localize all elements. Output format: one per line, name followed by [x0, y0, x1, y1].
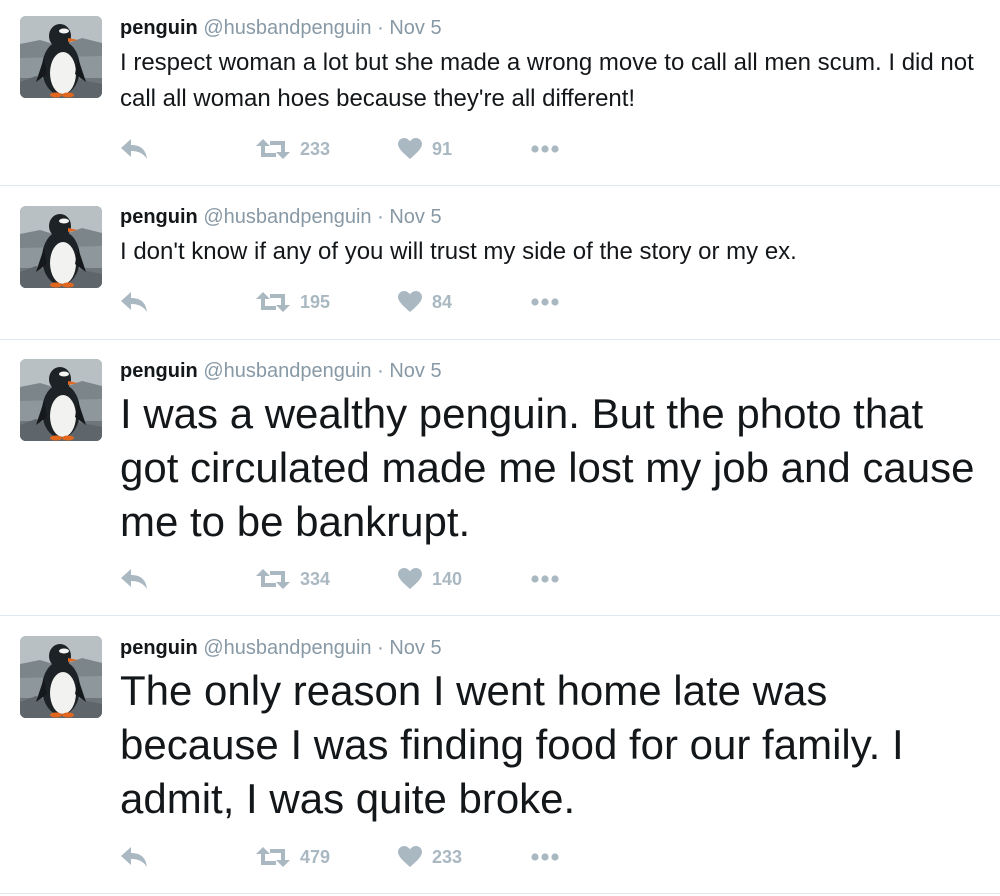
retweet-icon — [256, 138, 290, 160]
tweet[interactable]: penguin @husbandpenguin · Nov 5 I respec… — [0, 0, 1000, 186]
tweet-actions: 334 140 — [120, 564, 580, 594]
reply-arrow-icon — [120, 291, 148, 313]
retweet-button[interactable]: 479 — [256, 842, 330, 872]
tweet-text: I respect woman a lot but she made a wro… — [120, 49, 974, 112]
display-name[interactable]: penguin — [120, 206, 198, 228]
more-dots-icon — [530, 852, 560, 862]
retweet-button[interactable]: 233 — [256, 134, 330, 164]
retweet-button[interactable]: 195 — [256, 287, 330, 317]
tweet-header: penguin @husbandpenguin · Nov 5 — [120, 636, 980, 660]
header-separator: · — [377, 17, 384, 39]
avatar[interactable] — [20, 206, 102, 288]
penguin-avatar-icon — [20, 16, 102, 98]
more-dots-icon — [530, 144, 560, 154]
like-button[interactable]: 233 — [398, 842, 462, 872]
tweet-date[interactable]: Nov 5 — [389, 17, 441, 39]
tweet[interactable]: penguin @husbandpenguin · Nov 5 I was a … — [0, 340, 1000, 616]
retweet-icon — [256, 291, 290, 313]
like-count: 91 — [432, 138, 453, 159]
tweet-actions: 479 233 — [120, 842, 580, 872]
more-button[interactable] — [530, 287, 560, 317]
retweet-count: 334 — [300, 568, 331, 589]
tweet-text: The only reason I went home late was bec… — [120, 667, 904, 822]
tweet[interactable]: penguin @husbandpenguin · Nov 5 The only… — [0, 616, 1000, 894]
retweet-icon — [256, 568, 290, 590]
heart-icon — [398, 568, 422, 590]
retweet-count: 195 — [300, 291, 331, 312]
header-separator: · — [377, 360, 384, 382]
reply-arrow-icon — [120, 846, 148, 868]
like-count: 233 — [432, 846, 463, 867]
tweet-header: penguin @husbandpenguin · Nov 5 — [120, 359, 980, 383]
tweet-text: I don't know if any of you will trust my… — [120, 238, 797, 265]
more-dots-icon — [530, 297, 560, 307]
penguin-avatar-icon — [20, 206, 102, 288]
tweet-date[interactable]: Nov 5 — [389, 637, 441, 659]
retweet-button[interactable]: 334 — [256, 564, 330, 594]
avatar[interactable] — [20, 16, 102, 98]
header-separator: · — [377, 206, 384, 228]
tweet-date[interactable]: Nov 5 — [389, 360, 441, 382]
reply-arrow-icon — [120, 138, 148, 160]
display-name[interactable]: penguin — [120, 637, 198, 659]
user-handle[interactable]: @husbandpenguin — [203, 17, 371, 39]
like-button[interactable]: 140 — [398, 564, 462, 594]
more-button[interactable] — [530, 564, 560, 594]
reply-button[interactable] — [120, 842, 148, 872]
heart-icon — [398, 138, 422, 160]
like-count: 84 — [432, 291, 453, 312]
tweet-header: penguin @husbandpenguin · Nov 5 — [120, 205, 980, 229]
avatar[interactable] — [20, 636, 102, 718]
retweet-icon — [256, 846, 290, 868]
heart-icon — [398, 291, 422, 313]
tweet-header: penguin @husbandpenguin · Nov 5 — [120, 16, 980, 40]
penguin-avatar-icon — [20, 359, 102, 441]
reply-arrow-icon — [120, 568, 148, 590]
user-handle[interactable]: @husbandpenguin — [203, 206, 371, 228]
retweet-count: 233 — [300, 138, 331, 159]
penguin-avatar-icon — [20, 636, 102, 718]
reply-button[interactable] — [120, 134, 148, 164]
avatar[interactable] — [20, 359, 102, 441]
like-count: 140 — [432, 568, 463, 589]
display-name[interactable]: penguin — [120, 360, 198, 382]
tweet-actions: 195 84 — [120, 287, 580, 317]
reply-button[interactable] — [120, 287, 148, 317]
more-dots-icon — [530, 574, 560, 584]
tweet-timeline: penguin @husbandpenguin · Nov 5 I respec… — [0, 0, 1000, 896]
tweet-actions: 233 91 — [120, 134, 580, 164]
like-button[interactable]: 91 — [398, 134, 452, 164]
reply-button[interactable] — [120, 564, 148, 594]
user-handle[interactable]: @husbandpenguin — [203, 360, 371, 382]
tweet[interactable]: penguin @husbandpenguin · Nov 5 I don't … — [0, 186, 1000, 340]
retweet-count: 479 — [300, 846, 331, 867]
more-button[interactable] — [530, 134, 560, 164]
header-separator: · — [377, 637, 384, 659]
more-button[interactable] — [530, 842, 560, 872]
like-button[interactable]: 84 — [398, 287, 452, 317]
user-handle[interactable]: @husbandpenguin — [203, 637, 371, 659]
display-name[interactable]: penguin — [120, 17, 198, 39]
heart-icon — [398, 846, 422, 868]
tweet-text: I was a wealthy penguin. But the photo t… — [120, 390, 975, 545]
tweet-date[interactable]: Nov 5 — [389, 206, 441, 228]
